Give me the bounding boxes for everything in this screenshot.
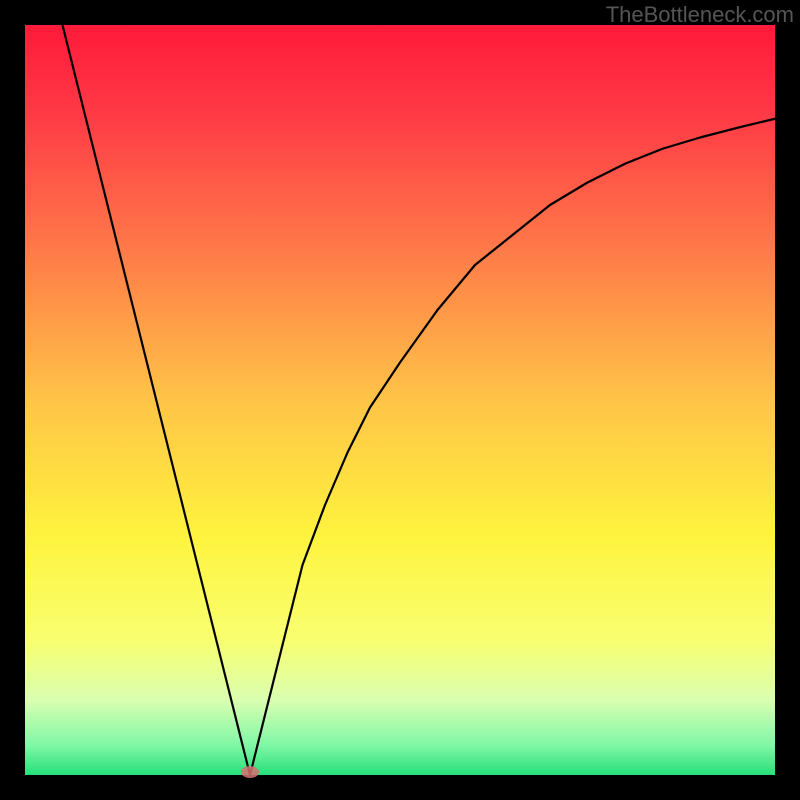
minimum-marker <box>241 766 259 778</box>
bottleneck-chart: TheBottleneck.com <box>0 0 800 800</box>
chart-canvas <box>0 0 800 800</box>
watermark-text: TheBottleneck.com <box>606 2 794 28</box>
